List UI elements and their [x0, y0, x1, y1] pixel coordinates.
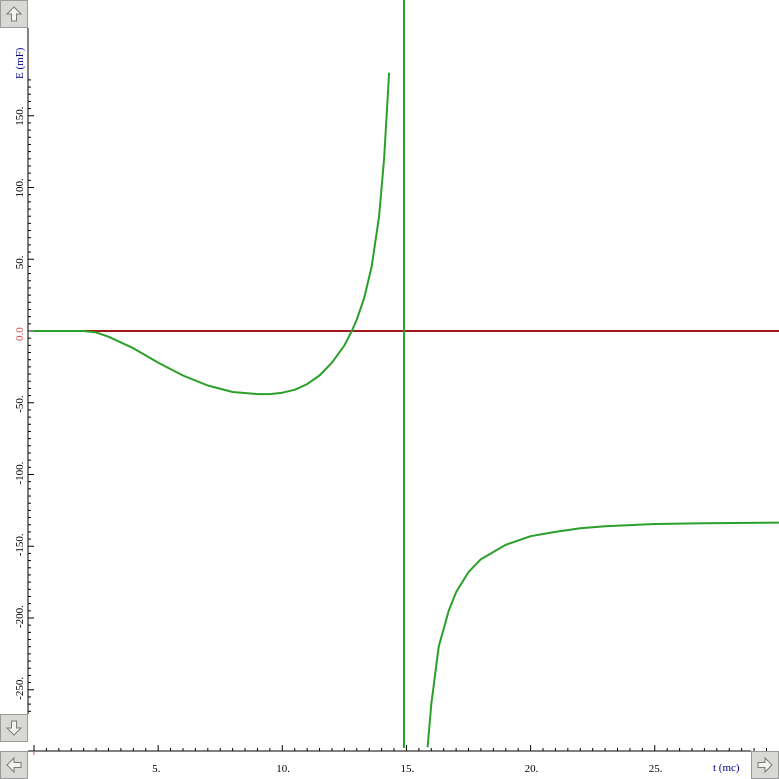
- scroll-right-button[interactable]: [751, 751, 779, 779]
- x-tick-label: 15.: [400, 763, 414, 775]
- y-tick-label: 150.: [14, 106, 26, 126]
- curve-segment-2: [426, 521, 779, 748]
- y-tick-label: 50.: [14, 255, 26, 269]
- x-axis-title: t (mc): [713, 762, 740, 774]
- arrow-down-icon: [4, 718, 24, 738]
- y-axis-title: E (mF): [14, 47, 26, 79]
- arrow-left-icon: [4, 755, 24, 775]
- x-tick-label: 5.: [152, 763, 161, 775]
- y-tick-label: -150.: [14, 533, 26, 556]
- scroll-left-button[interactable]: [0, 751, 28, 779]
- arrow-up-icon: [4, 4, 24, 24]
- scroll-up-button[interactable]: [0, 0, 28, 28]
- x-tick-label: 25.: [649, 763, 663, 775]
- ticks: 5. 10. 15. 20. 25. 150. 100. 50. 0.0 -50. -100. -15…: [14, 79, 767, 775]
- y-tick-label: -200.: [14, 605, 26, 628]
- y-tick-label: -50.: [14, 395, 26, 413]
- series-group: [34, 0, 779, 748]
- y-tick-label: -250.: [14, 677, 26, 700]
- y-tick-label: 100.: [14, 178, 26, 198]
- x-tick-label: 20.: [525, 763, 539, 775]
- y-tick-label: -100.: [14, 461, 26, 484]
- x-tick-label: 10.: [276, 763, 290, 775]
- arrow-right-icon: [755, 755, 775, 775]
- curve-segment-1: [34, 72, 391, 396]
- y-tick-label: 0.0: [14, 327, 26, 341]
- axes: [27, 28, 751, 755]
- scroll-down-button[interactable]: [0, 714, 28, 742]
- chart-plot: 5. 10. 15. 20. 25. 150. 100. 50. 0.0 -50. -100. -15…: [14, 0, 779, 775]
